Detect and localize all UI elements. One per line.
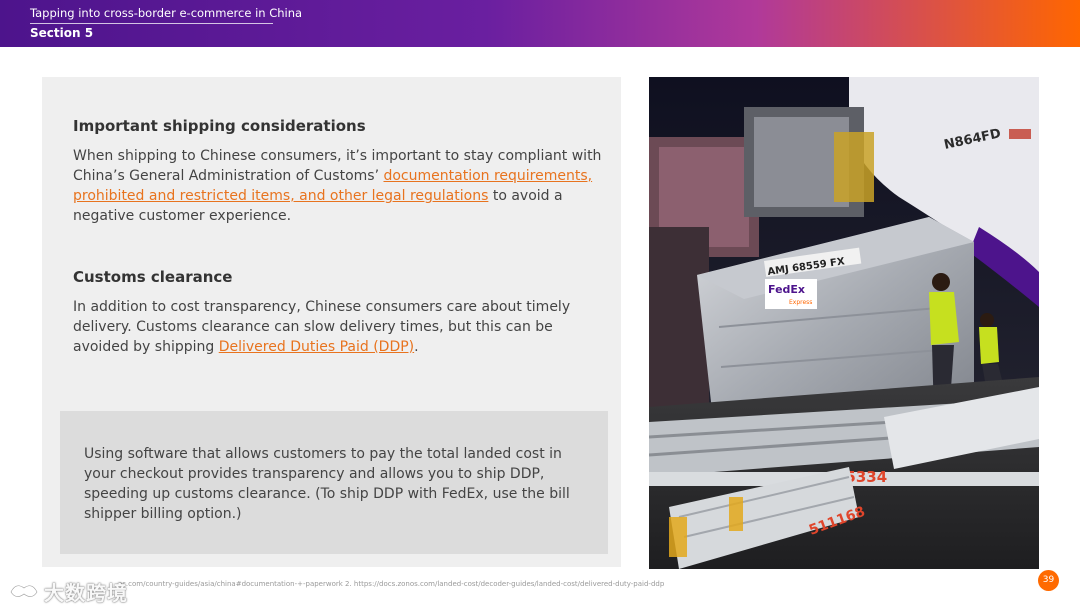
ddp-link[interactable]: Delivered Duties Paid (DDP) bbox=[219, 339, 414, 355]
watermark: 大数跨境 bbox=[8, 576, 128, 606]
fedex-brand-mark: FedEx bbox=[768, 283, 805, 296]
section-label: Section 5 bbox=[30, 26, 94, 40]
fedex-express-mark: Express bbox=[789, 299, 812, 306]
shipping-heading: Important shipping considerations bbox=[73, 117, 366, 135]
callout-box: Using software that allows customers to … bbox=[60, 411, 608, 554]
watermark-logo-icon bbox=[9, 584, 39, 598]
shipping-paragraph: When shipping to Chinese consumers, it’s… bbox=[73, 146, 603, 226]
watermark-text: 大数跨境 bbox=[44, 580, 128, 605]
header-banner: Tapping into cross-border e-commerce in … bbox=[0, 0, 1080, 47]
callout-text: Using software that allows customers to … bbox=[84, 446, 570, 522]
customs-paragraph: In addition to cost transparency, Chines… bbox=[73, 297, 603, 357]
page-number-badge: 39 bbox=[1038, 570, 1059, 591]
customs-heading: Customs clearance bbox=[73, 268, 233, 286]
deck-title: Tapping into cross-border e-commerce in … bbox=[30, 6, 303, 20]
cargo-photo: N864FD AMJ 68559 FX FedEx Express 35334 bbox=[649, 77, 1039, 569]
sources-footnote: os.com/country-guides/asia/china#documen… bbox=[118, 580, 665, 588]
customs-text-after: . bbox=[414, 339, 419, 355]
header-divider bbox=[30, 23, 273, 24]
